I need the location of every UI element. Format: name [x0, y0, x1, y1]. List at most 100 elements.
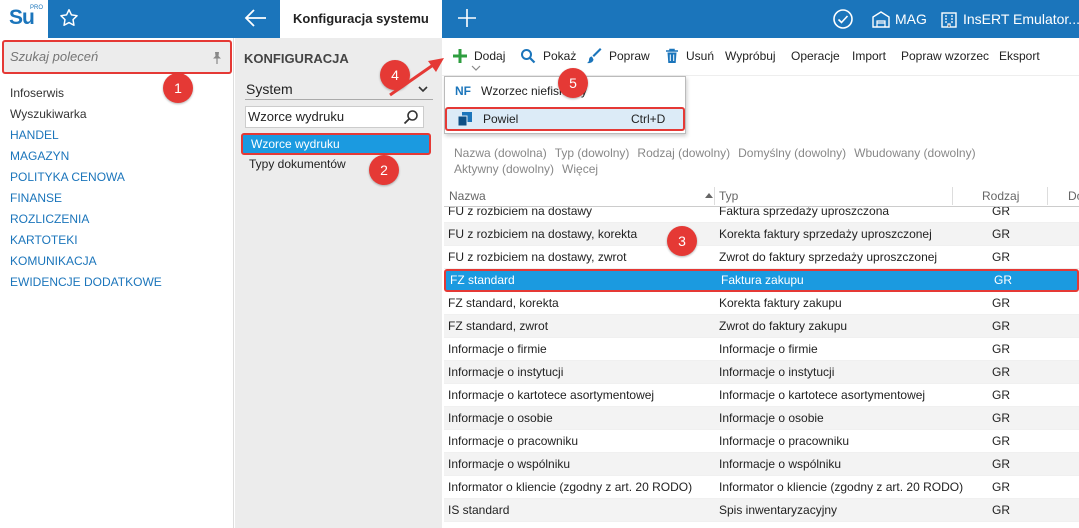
- table-cell-name: Informacje o instytucji: [448, 365, 564, 379]
- table-cell-name: IW standard: [448, 522, 513, 528]
- check-circle-icon[interactable]: [832, 8, 854, 30]
- table-row[interactable]: FU z rozbiciem na dostawy, zwrot Zwrot do…: [444, 246, 1079, 269]
- table-cell-name: FZ standard, korekta: [448, 296, 559, 310]
- table-cell-type: Informacje o firmie: [719, 342, 818, 356]
- system-select-value: System: [246, 81, 293, 97]
- new-tab-plus-icon[interactable]: [456, 7, 478, 29]
- menu-item-label: Powiel: [483, 112, 519, 126]
- filter-chip[interactable]: Wbudowany (dowolny): [854, 146, 975, 160]
- table-cell-type: Informator o kliencie (zgodny z art. 20 …: [719, 480, 964, 494]
- filter-chip[interactable]: Więcej: [562, 162, 598, 176]
- menu-item-powiel[interactable]: Powiel Ctrl+D: [445, 107, 685, 131]
- filter-bar: Nazwa (dowolna) Typ (dowolny) Rodzaj (dowo…: [454, 145, 1054, 177]
- table-cell-kind: GR: [992, 388, 1010, 402]
- column-divider[interactable]: [714, 187, 715, 205]
- pin-icon[interactable]: [210, 51, 224, 65]
- column-header-typ[interactable]: Typ: [719, 189, 738, 203]
- column-header-nazwa[interactable]: Nazwa: [449, 189, 486, 203]
- table-row[interactable]: Informacje o wspólniku Informacje o wspól…: [444, 453, 1079, 476]
- filter-chip[interactable]: Domyślny (dowolny): [738, 146, 846, 160]
- left-navigation: InfoserwisWyszukiwarkaHANDELMAGAZYNPOLIT…: [0, 38, 234, 528]
- table-cell-kind: GR: [992, 411, 1010, 425]
- table-cell-name: FZ standard, zwrot: [448, 319, 549, 333]
- fix-template-button[interactable]: Popraw wzorzec: [901, 49, 989, 63]
- table-cell-kind: GR: [992, 434, 1010, 448]
- sort-ascending-icon[interactable]: [704, 191, 714, 201]
- nav-item-rozliczenia[interactable]: ROZLICZENIA: [10, 209, 162, 230]
- table-row[interactable]: Informacje o kartotece asortymentowej Inf…: [444, 384, 1079, 407]
- nav-item-finanse[interactable]: FINANSE: [10, 188, 162, 209]
- table-row[interactable]: Informacje o pracowniku Informacje o prac…: [444, 430, 1079, 453]
- nav-item-wyszukiwarka[interactable]: Wyszukiwarka: [10, 104, 162, 125]
- nav-item-handel[interactable]: HANDEL: [10, 125, 162, 146]
- search-icon[interactable]: [403, 109, 419, 125]
- table-row[interactable]: Informacje o osobie Informacje o osobie GR: [444, 407, 1079, 430]
- nav-item-kartoteki[interactable]: KARTOTEKI: [10, 230, 162, 251]
- company-label[interactable]: InsERT Emulator...: [963, 11, 1079, 27]
- table-cell-name: Informator o kliencie (zgodny z art. 20 …: [448, 480, 693, 494]
- export-button[interactable]: Eksport: [999, 49, 1040, 63]
- operations-button[interactable]: Operacje: [791, 49, 840, 63]
- edit-button[interactable]: Popraw: [609, 49, 650, 63]
- table-cell-name: FU z rozbiciem na dostawy: [448, 207, 593, 218]
- nav-item-polityka-cenowa[interactable]: POLITYKA CENOWA: [10, 167, 162, 188]
- table-row[interactable]: FU z rozbiciem na dostawy, korekta Korekt…: [444, 223, 1079, 246]
- annotation-badge-1: 1: [163, 73, 193, 103]
- nav-item-magazyn[interactable]: MAGAZYN: [10, 146, 162, 167]
- table-row[interactable]: FZ standard, korekta Korekta faktury zaku…: [444, 292, 1079, 315]
- grid-body: FU z rozbiciem na dostawy Faktura sprzeda…: [444, 207, 1079, 528]
- filter-chip[interactable]: Aktywny (dowolny): [454, 162, 554, 176]
- config-filter-input[interactable]: Wzorce wydruku: [245, 106, 424, 128]
- table-cell-kind: GR: [992, 457, 1010, 471]
- table-cell-kind: GR: [992, 207, 1010, 218]
- warehouse-label[interactable]: MAG: [895, 11, 927, 27]
- config-item-typy-dokumentow[interactable]: Typy dokumentów: [241, 153, 431, 175]
- table-cell-name: FZ standard: [450, 273, 515, 287]
- copy-icon: [458, 112, 472, 126]
- filter-chip[interactable]: Rodzaj (dowolny): [637, 146, 730, 160]
- nav-item-infoserwis[interactable]: Infoserwis: [10, 83, 162, 104]
- command-search-box: [2, 40, 232, 74]
- table-row[interactable]: FU z rozbiciem na dostawy Faktura sprzeda…: [444, 207, 1079, 223]
- tab-konfiguracja-systemu[interactable]: Konfiguracja systemu: [280, 0, 442, 38]
- table-row[interactable]: Informacje o instytucji Informacje o inst…: [444, 361, 1079, 384]
- column-divider[interactable]: [1047, 187, 1048, 205]
- back-arrow-icon[interactable]: [244, 8, 268, 28]
- filter-chip[interactable]: Typ (dowolny): [555, 146, 630, 160]
- table-row[interactable]: FZ standard Faktura zakupu GR: [444, 269, 1079, 292]
- table-row[interactable]: Informacje o firmie Informacje o firmie GR: [444, 338, 1079, 361]
- plus-icon: [453, 49, 467, 63]
- company-building-icon: [941, 12, 957, 28]
- warehouse-icon: [872, 11, 890, 28]
- add-button[interactable]: Dodaj: [474, 49, 505, 63]
- table-row[interactable]: Informator o kliencie (zgodny z art. 20 …: [444, 476, 1079, 499]
- filter-chip[interactable]: Nazwa (dowolna): [454, 146, 547, 160]
- search-icon: [521, 49, 536, 64]
- column-divider[interactable]: [952, 187, 953, 205]
- nav-item-komunikacja[interactable]: KOMUNIKACJA: [10, 251, 162, 272]
- table-row[interactable]: FZ standard, zwrot Zwrot do faktury zakup…: [444, 315, 1079, 338]
- table-cell-kind: GR: [992, 480, 1010, 494]
- nav-item-ewidencje-dodatkowe[interactable]: EWIDENCJE DODATKOWE: [10, 272, 162, 293]
- table-cell-type: Korekta faktury sprzedaży uproszczonej: [719, 227, 932, 241]
- delete-button[interactable]: Usuń: [686, 49, 714, 63]
- command-search-input[interactable]: [10, 49, 200, 64]
- table-cell-type: Informacje o wspólniku: [719, 457, 842, 471]
- show-button[interactable]: Pokaż: [543, 49, 576, 63]
- menu-item-shortcut: Ctrl+D: [631, 112, 666, 126]
- table-row[interactable]: IS standard Spis inwentaryzacyjny GR: [444, 499, 1079, 522]
- table-cell-kind: GR: [992, 503, 1010, 517]
- table-cell-type: Faktura sprzedaży uproszczona: [719, 207, 890, 218]
- table-cell-name: FU z rozbiciem na dostawy, korekta: [448, 227, 638, 241]
- configuration-panel: KONFIGURACJA System Wzorce wydruku Wzorc…: [235, 38, 442, 528]
- top-bar: Su PRO Konfiguracja systemu MAG InsERT E…: [0, 0, 1079, 38]
- column-header-do[interactable]: Do: [1068, 189, 1079, 203]
- import-button[interactable]: Import: [852, 49, 886, 63]
- try-button[interactable]: Wypróbuj: [725, 49, 776, 63]
- app-logo[interactable]: Su PRO: [0, 0, 48, 38]
- config-item-wzorce-wydruku[interactable]: Wzorce wydruku: [241, 133, 431, 155]
- table-row[interactable]: IW standard Inwentaryzacja GR: [444, 522, 1079, 528]
- star-icon[interactable]: [58, 7, 80, 29]
- column-header-rodzaj[interactable]: Rodzaj: [982, 189, 1019, 203]
- table-cell-kind: GR: [992, 342, 1010, 356]
